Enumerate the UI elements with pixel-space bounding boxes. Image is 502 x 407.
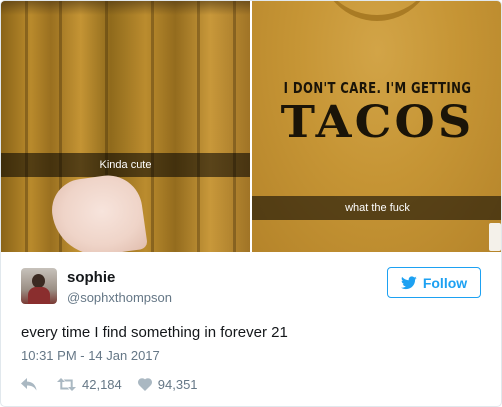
reply-arrow-icon: [21, 377, 37, 390]
display-name[interactable]: sophie: [67, 269, 115, 286]
shirt-fold: [197, 1, 200, 252]
tweet-text: every time I find something in forever 2…: [21, 324, 288, 341]
shirt-fold: [233, 1, 236, 252]
avatar-head: [32, 274, 45, 288]
shirt-text-line1: I DON'T CARE. I'M GETTING: [283, 79, 472, 97]
like-count: 94,351: [157, 376, 198, 392]
heart-icon: [137, 377, 152, 391]
reply-button[interactable]: [21, 377, 37, 391]
follow-label: Follow: [422, 274, 468, 291]
follow-button[interactable]: Follow: [387, 267, 481, 298]
tweet-card: Kinda cute I DON'T CARE. I'M GETTING TAC…: [0, 0, 502, 407]
user-handle[interactable]: @sophxthompson: [67, 290, 172, 305]
retweet-icon: [57, 377, 76, 391]
snap-caption-right: what the fuck: [252, 196, 501, 220]
tweet-media[interactable]: Kinda cute I DON'T CARE. I'M GETTING TAC…: [1, 1, 501, 252]
shirt-fold: [25, 1, 28, 252]
price-tag: [489, 223, 501, 251]
tweet-actions: 42,184 94,351: [21, 375, 198, 393]
tweet-timestamp[interactable]: 10:31 PM - 14 Jan 2017: [21, 348, 160, 363]
hand: [48, 171, 148, 252]
snap-caption-left: Kinda cute: [1, 153, 250, 177]
like-button[interactable]: 94,351: [137, 376, 198, 392]
photo-right[interactable]: I DON'T CARE. I'M GETTING TACOS what the…: [252, 1, 501, 252]
hanger-shadow: [1, 1, 250, 15]
twitter-bird-icon: [400, 275, 417, 289]
avatar[interactable]: [21, 268, 57, 304]
shirt-collar: [320, 1, 434, 21]
retweet-button[interactable]: 42,184: [57, 377, 122, 392]
retweet-count: 42,184: [82, 376, 122, 392]
photo-left[interactable]: Kinda cute: [1, 1, 250, 252]
avatar-body: [28, 287, 50, 304]
shirt-text-line2: TACOS: [280, 97, 475, 148]
shirt-fold: [151, 1, 154, 252]
